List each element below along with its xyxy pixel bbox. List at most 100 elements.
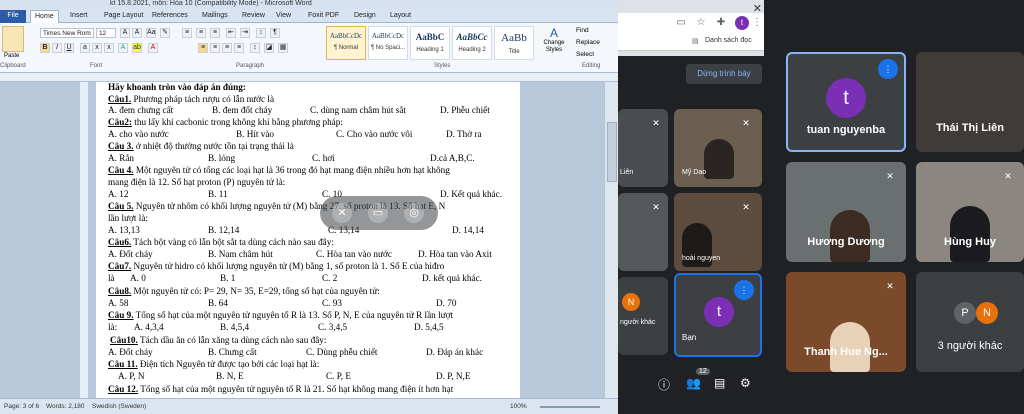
profile-avatar[interactable]: t <box>735 16 749 30</box>
bullets-icon[interactable]: ≡ <box>182 28 192 38</box>
participant-tile[interactable]: ✕ Liên <box>618 109 668 187</box>
participant-tile[interactable]: ✕ Thanh Hue Ng... <box>786 272 906 372</box>
text-effects-icon[interactable]: A <box>118 43 128 53</box>
style-normal[interactable]: AaBbCcDc ¶ Normal <box>326 26 366 60</box>
tab-page-layout[interactable]: Page Layout <box>100 10 147 23</box>
tab-layout[interactable]: Layout <box>386 10 415 23</box>
align-center-icon[interactable]: ≡ <box>210 43 220 53</box>
camera-off-icon[interactable]: ▭ <box>368 203 388 223</box>
zoom-level[interactable]: 100% <box>510 403 527 410</box>
document-page[interactable]: Hãy khoanh tròn vào đáp án đúng: Câu1. P… <box>96 82 520 398</box>
style-heading-2[interactable]: AaBbCc Heading 2 <box>452 26 492 60</box>
show-formatting-icon[interactable]: ¶ <box>270 28 280 38</box>
line-spacing-icon[interactable]: ↕ <box>250 43 260 53</box>
clear-format-icon[interactable]: ✎ <box>160 28 170 38</box>
underline-icon[interactable]: U <box>64 43 74 53</box>
info-icon[interactable]: ⓘ <box>658 376 670 393</box>
word-count[interactable]: Words: 2,180 <box>46 403 85 410</box>
strikethrough-icon[interactable]: a <box>80 43 90 53</box>
multilevel-list-icon[interactable]: ≡ <box>210 28 220 38</box>
align-right-icon[interactable]: ≡ <box>222 43 232 53</box>
question-text: Tách bột vàng có lẫn bột sắt ta dùng các… <box>133 237 334 247</box>
ribbon: Paste Clipboard Times New Rom 12 A A Aa … <box>0 23 618 73</box>
presentation-overlay-controls: ✕ ▭ ◎ <box>320 196 438 230</box>
align-left-icon[interactable]: ≡ <box>198 43 208 53</box>
change-styles-button[interactable]: A Change Styles <box>540 26 568 60</box>
tab-review[interactable]: Review <box>238 10 269 23</box>
font-name-box[interactable]: Times New Rom <box>40 28 94 38</box>
change-case-icon[interactable]: Aa <box>146 28 156 38</box>
mic-off-icon[interactable]: ✕ <box>332 203 352 223</box>
scrollbar-thumb[interactable] <box>607 122 617 182</box>
increase-indent-icon[interactable]: ⇥ <box>240 28 250 38</box>
chat-icon[interactable]: ▤ <box>714 376 725 390</box>
participant-tile-self[interactable]: ⋮ t Bạn <box>674 273 762 357</box>
tab-design[interactable]: Design <box>350 10 380 23</box>
question-text: Tách dầu ăn có lẫn xăng ta dùng cách nào… <box>139 335 327 345</box>
style-no-spacing[interactable]: AaBbCcDc ¶ No Spaci... <box>368 26 408 60</box>
numbering-icon[interactable]: ≡ <box>196 28 206 38</box>
tab-view[interactable]: View <box>272 10 295 23</box>
justify-icon[interactable]: ≡ <box>234 43 244 53</box>
activities-icon[interactable]: ⚙ <box>740 376 751 390</box>
participant-tile[interactable]: ✕ Hùng Huy <box>916 162 1024 262</box>
option: D. Phễu chiết <box>440 105 490 115</box>
stop-presenting-button[interactable]: Dừng trình bày <box>686 64 762 84</box>
font-color-icon[interactable]: A <box>148 43 158 53</box>
participant-tile[interactable]: ✕ Mỹ Dao <box>674 109 762 187</box>
menu-icon[interactable]: ⋮ <box>750 16 764 30</box>
highlight-icon[interactable]: ab <box>132 43 142 53</box>
tab-references[interactable]: References <box>148 10 192 23</box>
participant-tile[interactable]: ✕ Hương Dương <box>786 162 906 262</box>
participant-tile[interactable]: N người khác <box>618 277 668 355</box>
extensions-icon[interactable]: ✚ <box>714 16 728 30</box>
tab-foxit-pdf[interactable]: Foxit PDF <box>304 10 343 23</box>
decrease-indent-icon[interactable]: ⇤ <box>226 28 236 38</box>
find-button[interactable]: Find <box>576 27 589 34</box>
question-1: Câu1. Phương pháp tách rượu có lẫn nước … <box>108 94 274 104</box>
tab-insert[interactable]: Insert <box>66 10 92 23</box>
question-text: Tổng số hạt của một nguyên tử nguyên tố … <box>135 310 454 320</box>
option: D. Thở ra <box>446 129 482 139</box>
participant-tile[interactable]: Thái Thị Liên <box>916 52 1024 152</box>
style-heading-1[interactable]: AaBbC Heading 1 <box>410 26 450 60</box>
participant-tile[interactable]: ✕ hoài nguyen <box>674 193 762 271</box>
participant-tile[interactable]: ⋮ t tuan nguyenba <box>786 52 906 152</box>
style-name: ¶ Normal <box>333 45 359 51</box>
shrink-font-icon[interactable]: A <box>132 28 142 38</box>
reading-list-link[interactable]: Danh sách đọc <box>705 37 752 44</box>
select-button[interactable]: Select <box>576 51 594 58</box>
tab-file[interactable]: File <box>0 10 26 23</box>
bookmark-star-icon[interactable]: ☆ <box>694 16 708 30</box>
subscript-icon[interactable]: x <box>92 43 102 53</box>
style-title[interactable]: AaBb Title <box>494 26 534 60</box>
sort-icon[interactable]: ↕ <box>256 28 266 38</box>
option: B. N, E <box>216 371 244 381</box>
paste-icon[interactable] <box>2 26 24 52</box>
grow-font-icon[interactable]: A <box>120 28 130 38</box>
tab-mailings[interactable]: Mailings <box>198 10 232 23</box>
page-count[interactable]: Page: 3 of 6 <box>4 403 39 410</box>
horizontal-ruler[interactable] <box>0 73 618 82</box>
language[interactable]: Swedish (Sweden) <box>92 403 146 410</box>
option: C. 93 <box>322 298 342 308</box>
participant-tile-others[interactable]: P N 3 người khác <box>916 272 1024 372</box>
superscript-icon[interactable]: x <box>104 43 114 53</box>
option: C. Dùng phễu chiết <box>306 347 378 357</box>
zoom-slider[interactable] <box>540 406 600 408</box>
option: B. Hít vào <box>236 129 275 139</box>
italic-icon[interactable]: I <box>52 43 62 53</box>
shading-icon[interactable]: ◪ <box>264 43 274 53</box>
tab-home[interactable]: Home <box>30 10 59 23</box>
option: D. P, N,E <box>436 371 471 381</box>
participant-tile[interactable]: ✕ <box>618 193 668 271</box>
people-icon[interactable]: 👥 <box>686 376 701 390</box>
font-size-box[interactable]: 12 <box>96 28 116 38</box>
settings-icon[interactable]: ◎ <box>404 203 424 223</box>
browser-toolbar: ▭ ☆ ✚ t ⋮ <box>618 13 764 33</box>
borders-icon[interactable]: ▦ <box>278 43 288 53</box>
replace-button[interactable]: Replace <box>576 39 600 46</box>
camera-indicator-icon[interactable]: ▭ <box>674 16 688 30</box>
bold-icon[interactable]: B <box>40 43 50 53</box>
vertical-scrollbar[interactable] <box>604 82 618 398</box>
